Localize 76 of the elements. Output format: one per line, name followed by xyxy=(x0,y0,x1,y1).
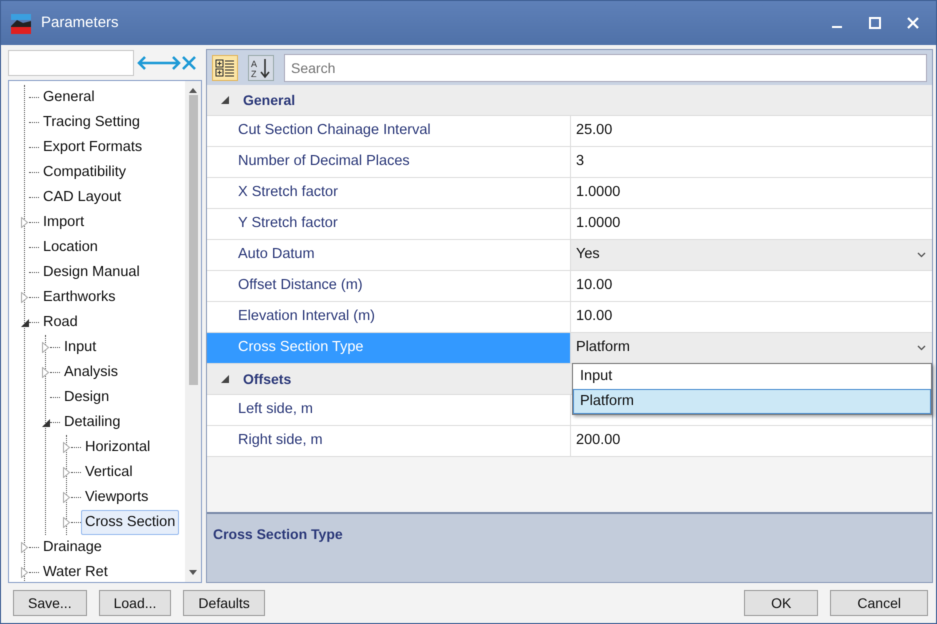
tree-item[interactable]: Compatibility xyxy=(39,160,130,186)
tree-item[interactable]: Viewports xyxy=(81,484,152,510)
tree-item[interactable]: Location xyxy=(39,234,102,260)
tree-item[interactable]: Import xyxy=(39,210,88,236)
tree-item[interactable]: Water Ret xyxy=(39,560,112,582)
expand-arrow-icon[interactable] xyxy=(21,292,29,303)
expand-arrow-icon[interactable] xyxy=(21,567,29,578)
dropdown-option[interactable]: Input xyxy=(573,364,931,389)
expand-arrow-icon[interactable] xyxy=(63,442,71,453)
category-header[interactable]: Offsets xyxy=(243,368,292,390)
description-title: Cross Section Type xyxy=(213,525,344,544)
expand-arrow-icon[interactable] xyxy=(21,542,29,553)
collapse-arrow-icon[interactable] xyxy=(42,417,50,428)
property-label[interactable]: Elevation Interval (m) xyxy=(207,302,571,332)
value-field[interactable]: 1.0000 xyxy=(571,209,932,239)
value-field[interactable]: 200.00 xyxy=(571,426,932,456)
chevron-down-icon xyxy=(917,252,926,258)
filter-field[interactable] xyxy=(8,50,134,76)
tree-item[interactable]: Earthworks xyxy=(39,284,120,310)
tree-item[interactable]: Design xyxy=(60,384,114,410)
scroll-up-icon[interactable] xyxy=(189,87,197,93)
property-label[interactable]: X Stretch factor xyxy=(207,178,571,208)
property-label[interactable]: Y Stretch factor xyxy=(207,209,571,239)
scroll-down-icon[interactable] xyxy=(189,570,197,576)
collapse-arrow-icon[interactable] xyxy=(220,95,230,105)
tree-item[interactable]: Tracing Setting xyxy=(39,110,144,136)
tree-item[interactable]: Detailing xyxy=(60,410,124,436)
tree-item[interactable]: Export Formats xyxy=(39,134,146,160)
double-arrow-icon xyxy=(137,55,181,71)
property-label[interactable]: Cut Section Chainage Interval xyxy=(207,116,571,146)
property-label[interactable]: Left side, m xyxy=(207,395,571,425)
tree-item[interactable]: Input xyxy=(60,334,100,360)
tree-item[interactable]: Analysis xyxy=(60,360,122,386)
value-field[interactable]: 3 xyxy=(571,147,932,177)
sort-az-button[interactable]: A Z xyxy=(248,54,274,80)
window-title: Parameters xyxy=(41,12,120,33)
search-field[interactable]: Search xyxy=(284,54,927,82)
close-icon[interactable] xyxy=(907,17,919,29)
dialog-button[interactable]: Save... xyxy=(13,590,87,616)
expand-arrow-icon[interactable] xyxy=(42,342,50,353)
app-logo-icon xyxy=(9,11,33,35)
collapse-arrow-icon[interactable] xyxy=(21,317,29,328)
chevron-down-icon xyxy=(917,345,926,351)
tree-item[interactable]: Cross Section xyxy=(81,510,180,536)
dropdown-option[interactable]: Platform xyxy=(573,389,931,414)
value-field[interactable]: 25.00 xyxy=(571,116,932,146)
property-label[interactable]: Offset Distance (m) xyxy=(207,271,571,301)
property-label[interactable]: Auto Datum xyxy=(207,240,571,270)
scrollbar[interactable] xyxy=(185,81,201,582)
expand-arrow-icon[interactable] xyxy=(42,367,50,378)
value-field[interactable]: 10.00 xyxy=(571,271,932,301)
dropdown-field[interactable]: Yes xyxy=(571,240,932,270)
expand-arrow-icon[interactable] xyxy=(21,217,29,228)
tree-item[interactable]: Design Manual xyxy=(39,260,144,286)
dialog-button[interactable]: Defaults xyxy=(183,590,265,616)
tree-item[interactable]: General xyxy=(39,84,99,110)
collapse-arrow-icon[interactable] xyxy=(220,374,230,384)
value-field[interactable]: 1.0000 xyxy=(571,178,932,208)
expand-arrow-icon[interactable] xyxy=(63,517,71,528)
tree-item[interactable]: Drainage xyxy=(39,534,106,560)
clear-icon[interactable] xyxy=(181,55,197,71)
dialog-button[interactable]: Load... xyxy=(98,590,172,616)
tree-item[interactable]: Horizontal xyxy=(81,434,154,460)
expand-arrow-icon[interactable] xyxy=(63,467,71,478)
tree-item[interactable]: Road xyxy=(39,310,82,336)
dialog-button[interactable]: OK xyxy=(744,590,818,616)
property-label[interactable]: Right side, m xyxy=(207,426,571,456)
value-field[interactable]: 10.00 xyxy=(571,302,932,332)
maximize-icon[interactable] xyxy=(869,17,881,29)
expand-arrow-icon[interactable] xyxy=(63,492,71,503)
property-label[interactable]: Number of Decimal Places xyxy=(207,147,571,177)
tree-item[interactable]: Vertical xyxy=(81,460,137,486)
categorized-button[interactable] xyxy=(212,54,238,80)
tree-item[interactable]: CAD Layout xyxy=(39,184,126,210)
category-header[interactable]: General xyxy=(243,90,296,110)
dialog-button[interactable]: Cancel xyxy=(830,590,928,616)
